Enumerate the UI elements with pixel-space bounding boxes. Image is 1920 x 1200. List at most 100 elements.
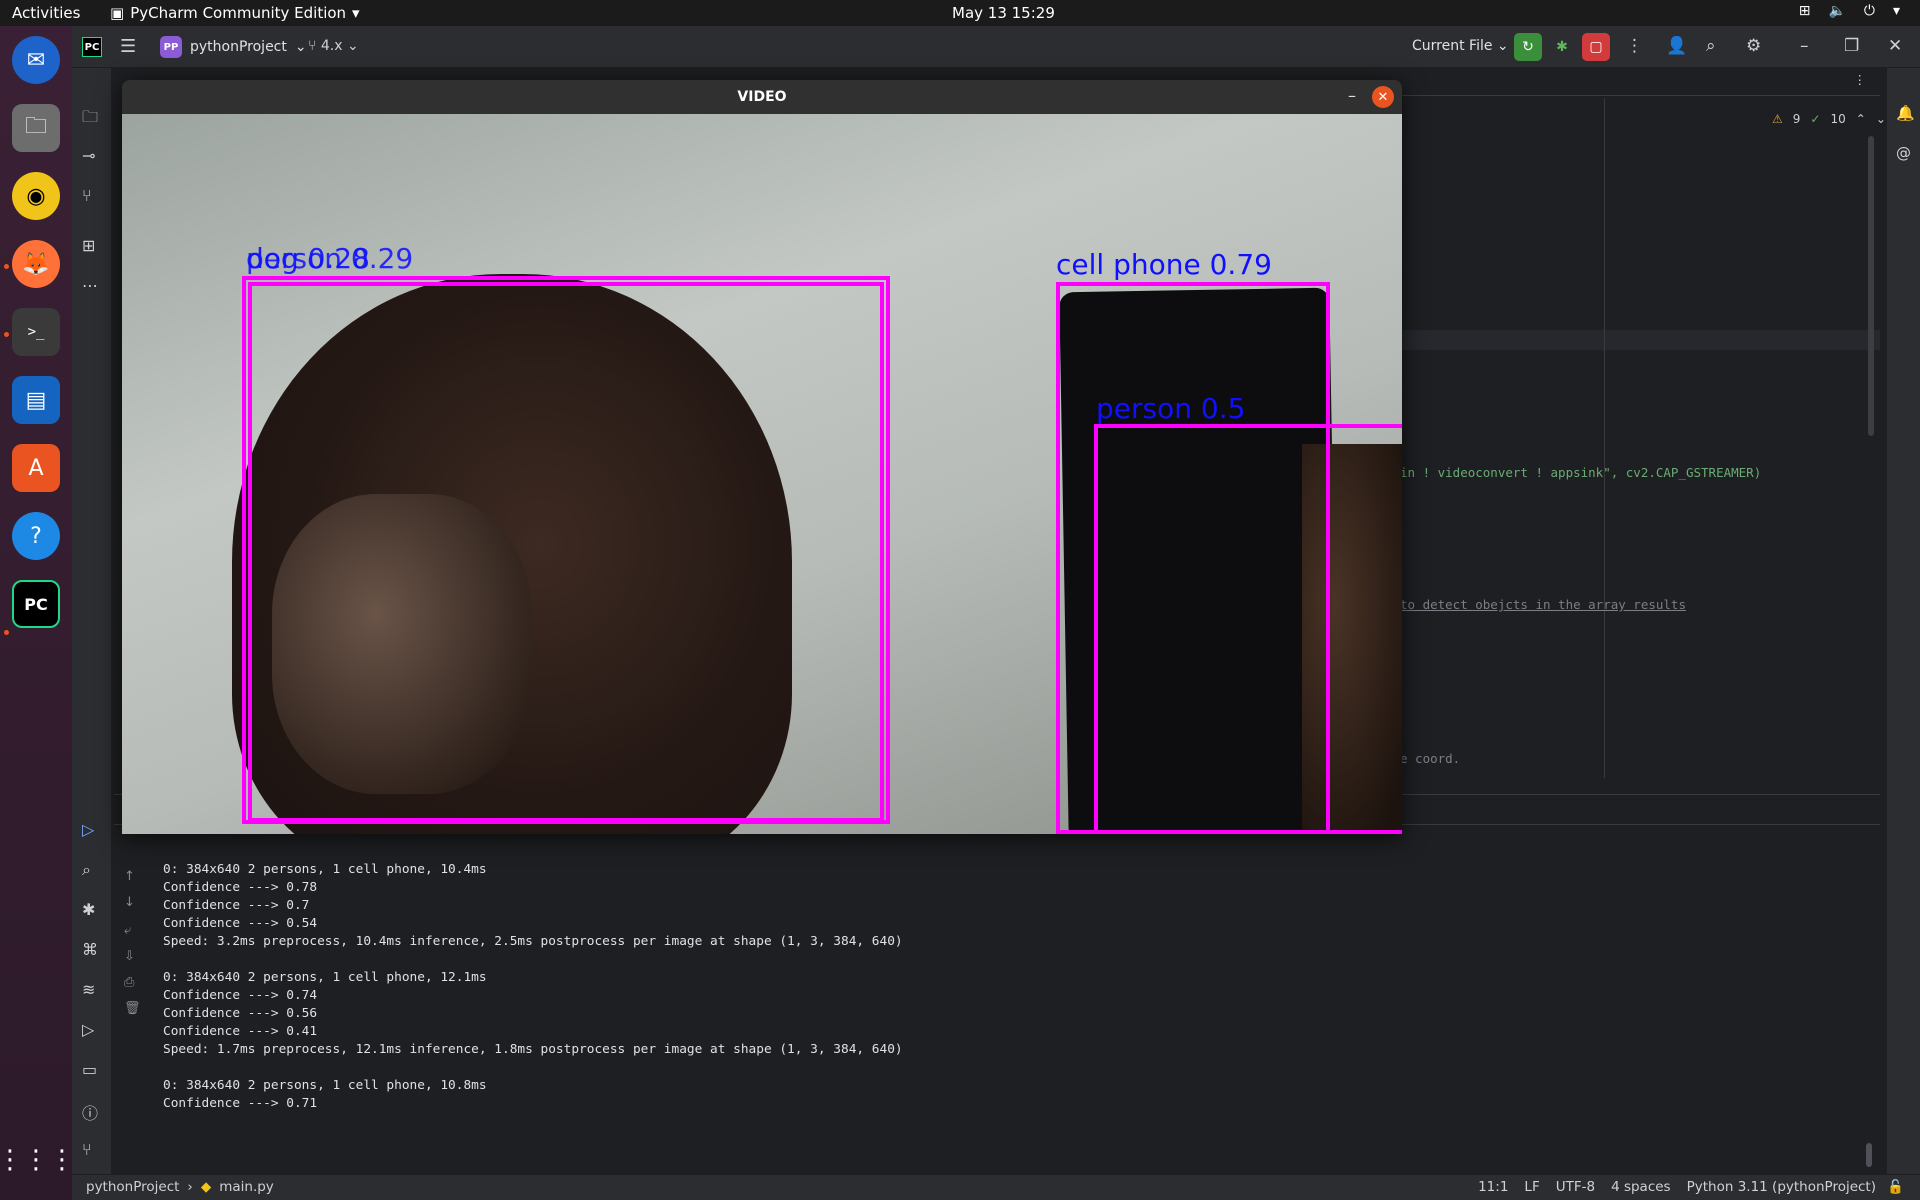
line-separator[interactable]: LF: [1524, 1179, 1539, 1195]
help-icon[interactable]: ?: [12, 512, 60, 560]
activities-button[interactable]: Activities: [12, 4, 80, 22]
close-icon[interactable]: ✕: [1372, 86, 1394, 108]
console-line: Confidence ---> 0.74: [163, 988, 318, 1003]
status-bar: pythonProject › ◆ main.py 11:1 LF UTF-8 …: [72, 1174, 1920, 1200]
console-line: Confidence ---> 0.7: [163, 898, 310, 913]
code-editor[interactable]: ⋮ in ! videoconvert ! appsink", cv2.CAP_…: [1400, 68, 1880, 788]
show-apps-icon[interactable]: ⋮⋮⋮: [0, 1136, 75, 1184]
running-indicator: [4, 264, 9, 269]
git-icon[interactable]: ⑂: [82, 1140, 92, 1159]
writer-icon[interactable]: ▤: [12, 376, 60, 424]
minimize-icon[interactable]: –: [1348, 86, 1356, 105]
stop-button[interactable]: ▢: [1582, 33, 1610, 61]
services-icon[interactable]: ▷: [82, 1020, 94, 1039]
run-console[interactable]: ↑ ↓ ⤶ ⇩ ⎙ 🗑 0: 384x640 2 persons, 1 cell…: [114, 824, 1880, 1170]
breadcrumb: pythonProject › ◆ main.py: [86, 1179, 274, 1195]
check-count: 10: [1830, 112, 1846, 126]
folder-icon[interactable]: 🗀: [82, 106, 98, 133]
soft-wrap-icon[interactable]: ⤶: [124, 923, 131, 938]
indent-setting[interactable]: 4 spaces: [1611, 1179, 1671, 1195]
thunderbird-icon[interactable]: ✉: [12, 36, 60, 84]
console-line: 0: 384x640 2 persons, 1 cell phone, 10.4…: [163, 862, 487, 877]
system-tray[interactable]: ⊞ 🔈 ⏻ ▾: [1799, 3, 1900, 19]
python-file-icon: ◆: [200, 1179, 212, 1195]
rhythmbox-icon[interactable]: ◉: [12, 172, 60, 220]
ai-assistant-icon[interactable]: @: [1896, 144, 1911, 162]
console-toolbar: ↑ ↓ ⤶ ⇩ ⎙ 🗑: [114, 825, 144, 1171]
chevron-right-icon: ›: [187, 1179, 193, 1195]
chevron-down-icon: ⌄: [294, 39, 307, 55]
more-options-icon[interactable]: ⋮: [1854, 72, 1867, 87]
debug-icon[interactable]: ✱: [82, 900, 95, 919]
console-line: Confidence ---> 0.78: [163, 880, 318, 895]
project-switcher[interactable]: PP pythonProject ⌄: [160, 36, 307, 58]
branch-name: 4.x: [320, 38, 343, 54]
trash-icon[interactable]: 🗑: [124, 1001, 141, 1016]
console-scrollbar[interactable]: [1866, 1143, 1872, 1167]
python-interpreter[interactable]: Python 3.11 (pythonProject): [1687, 1179, 1876, 1195]
branch-switcher[interactable]: ⑂ 4.x ⌄: [308, 38, 359, 54]
status-widgets: 11:1 LF UTF-8 4 spaces Python 3.11 (pyth…: [1478, 1179, 1876, 1195]
hamburger-menu-icon[interactable]: ☰: [120, 36, 136, 57]
more-tools-icon[interactable]: ⋯: [82, 276, 98, 295]
breadcrumb-project[interactable]: pythonProject: [86, 1179, 179, 1195]
run-config-selector[interactable]: Current File ⌄: [1412, 38, 1509, 54]
arrow-down-icon[interactable]: ↓: [124, 895, 135, 910]
lock-icon[interactable]: 🔓: [1887, 1179, 1904, 1195]
pycharm-icon: ▣: [110, 4, 125, 22]
warning-count: 9: [1792, 112, 1801, 126]
project-name: pythonProject: [190, 39, 287, 55]
more-options-icon[interactable]: ⋮: [1626, 36, 1643, 56]
arrow-up-icon[interactable]: ↑: [124, 869, 135, 884]
branch-icon: ⑂: [308, 38, 317, 54]
pycharm-dock-icon[interactable]: PC: [12, 580, 60, 628]
current-line-highlight: [1400, 330, 1880, 350]
chevron-down-icon: ⌄: [1496, 38, 1509, 54]
commit-icon[interactable]: ⊸: [82, 146, 95, 165]
rerun-button[interactable]: ↻: [1514, 33, 1542, 61]
pull-request-icon[interactable]: ⑂: [82, 186, 92, 205]
structure-icon[interactable]: ⊞: [82, 236, 95, 255]
chevron-down-icon: ▾: [352, 4, 360, 22]
chevron-down-icon[interactable]: ⌄: [1876, 112, 1886, 126]
console-line: Confidence ---> 0.56: [163, 1006, 318, 1021]
gear-icon[interactable]: ⚙: [1746, 36, 1761, 56]
layers-icon[interactable]: ≋: [82, 980, 95, 999]
terminal-icon[interactable]: >_: [12, 308, 60, 356]
firefox-icon[interactable]: 🦊: [12, 240, 60, 288]
clock[interactable]: May 13 15:29: [952, 4, 1055, 22]
bbox-person-1: [248, 282, 884, 822]
caret-position[interactable]: 11:1: [1478, 1179, 1508, 1195]
code-comment: to detect obejcts in the array results: [1400, 597, 1686, 612]
breadcrumb-file[interactable]: main.py: [219, 1179, 274, 1195]
notifications-icon[interactable]: 🔔: [1896, 104, 1915, 122]
python-console-icon[interactable]: ⌘: [82, 940, 98, 959]
running-indicator: [4, 630, 9, 635]
app-center-icon[interactable]: A: [12, 444, 60, 492]
terminal-icon[interactable]: ▭: [82, 1060, 97, 1079]
scroll-to-end-icon[interactable]: ⇩: [124, 949, 135, 964]
restore-icon[interactable]: ❐: [1844, 36, 1859, 56]
chevron-up-icon[interactable]: ⌃: [1856, 112, 1866, 126]
console-output: 0: 384x640 2 persons, 1 cell phone, 10.4…: [163, 861, 903, 1113]
add-user-icon[interactable]: 👤: [1666, 36, 1687, 56]
video-window: VIDEO – ✕ dog 0.28 person 0.29 cell phon…: [122, 80, 1402, 834]
video-window-title[interactable]: VIDEO: [122, 80, 1402, 114]
inspection-widget[interactable]: ⚠ 9 ✓ 10 ⌃ ⌄: [1772, 112, 1886, 126]
problems-icon[interactable]: ⓘ: [82, 1100, 98, 1124]
minimize-icon[interactable]: –: [1800, 36, 1809, 56]
chevron-down-icon: ⌄: [346, 38, 359, 54]
console-line: Confidence ---> 0.41: [163, 1024, 318, 1039]
run-icon[interactable]: ▷: [82, 820, 94, 839]
debug-icon[interactable]: ✱: [1548, 33, 1576, 61]
power-icon: ⏻: [1863, 3, 1875, 19]
search-icon[interactable]: ⌕: [1706, 36, 1716, 56]
close-icon[interactable]: ✕: [1888, 36, 1902, 56]
files-icon[interactable]: 🗀: [12, 104, 60, 152]
app-menu[interactable]: ▣ PyCharm Community Edition ▾: [110, 4, 360, 22]
print-icon[interactable]: ⎙: [124, 975, 134, 990]
find-icon[interactable]: ⌕: [82, 860, 91, 880]
editor-scrollbar[interactable]: [1868, 136, 1874, 436]
file-encoding[interactable]: UTF-8: [1556, 1179, 1595, 1195]
